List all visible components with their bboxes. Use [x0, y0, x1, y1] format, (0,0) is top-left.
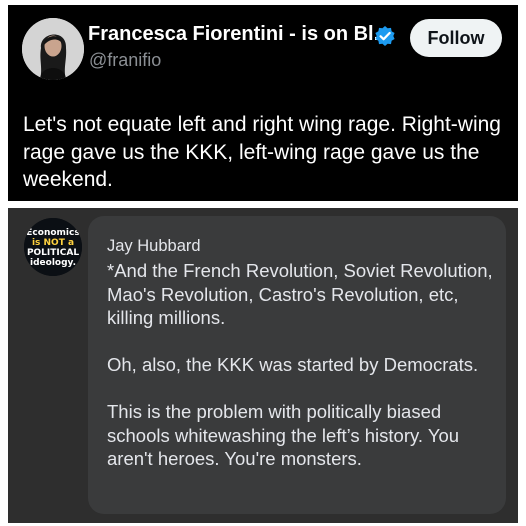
comment-paragraph-2: Oh, also, the KKK was started by Democra… — [107, 354, 479, 375]
comment-paragraph-3: This is the problem with politically bia… — [107, 401, 460, 469]
comment-body: *And the French Revolution, Soviet Revol… — [107, 259, 499, 471]
avatar-graphic-icon: Economics is NOT a POLITICAL ideology. — [24, 218, 82, 276]
reply-comment: Economics is NOT a POLITICAL ideology. J… — [8, 208, 518, 523]
profile-photo-icon — [22, 18, 84, 80]
comment-paragraph-1: *And the French Revolution, Soviet Revol… — [107, 260, 493, 328]
display-name[interactable]: Francesca Fiorentini - is on Bl... — [88, 23, 390, 46]
avatar-line-2: is NOT a — [32, 238, 74, 248]
verified-badge-icon — [375, 26, 395, 46]
profile-avatar[interactable] — [22, 18, 84, 80]
commenter-name[interactable]: Jay Hubbard — [107, 237, 201, 256]
tweet-card: Francesca Fiorentini - is on Bl... @fran… — [8, 5, 518, 201]
user-handle[interactable]: @franifio — [89, 50, 161, 71]
avatar-line-1: Economics — [26, 228, 79, 238]
avatar-line-3: POLITICAL — [27, 248, 79, 258]
tweet-text: Let's not equate left and right wing rag… — [23, 113, 501, 191]
avatar-line-4: ideology. — [30, 258, 76, 268]
commenter-avatar[interactable]: Economics is NOT a POLITICAL ideology. — [24, 218, 82, 276]
comment-bubble: Jay Hubbard *And the French Revolution, … — [88, 216, 506, 514]
follow-button[interactable]: Follow — [410, 19, 502, 57]
